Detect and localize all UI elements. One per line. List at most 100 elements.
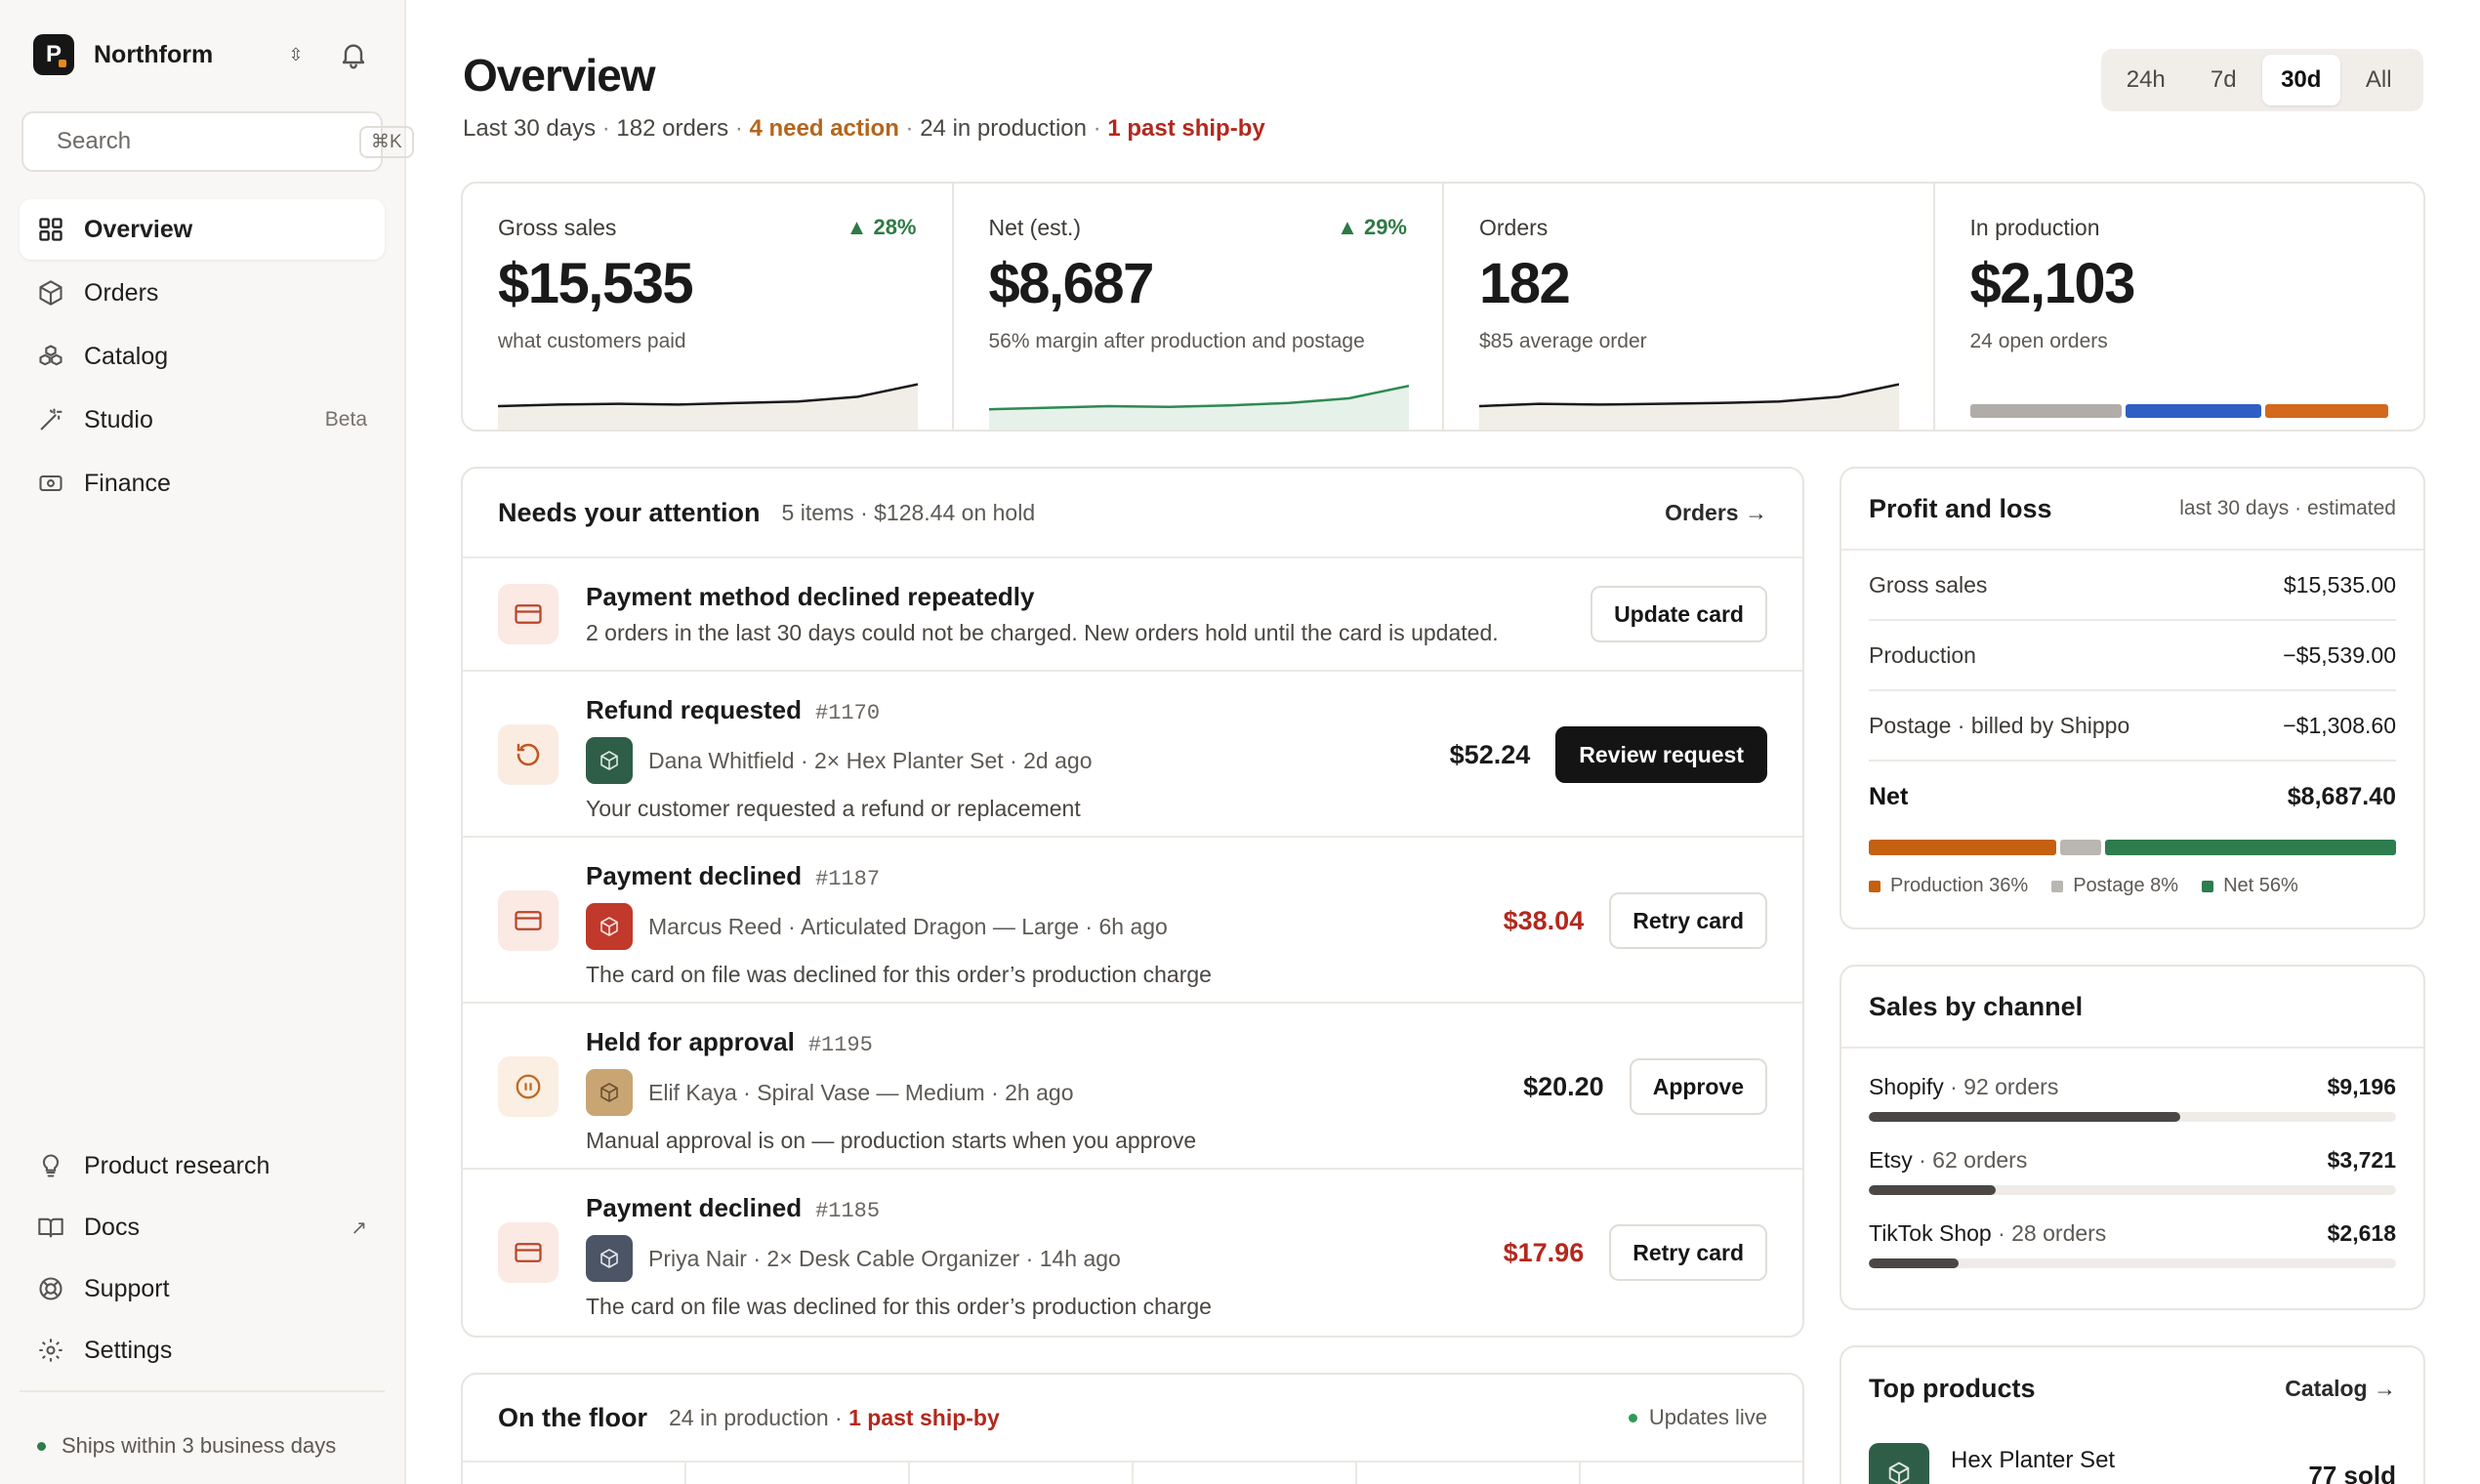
- range-option-all[interactable]: All: [2340, 55, 2418, 105]
- legend-label: Net 56%: [2223, 875, 2298, 896]
- product-thumbnail: [586, 1069, 633, 1116]
- product-thumbnail: [586, 1235, 633, 1282]
- secondary-nav: Product research Docs ↗ Support Settings: [20, 1136, 385, 1382]
- stat-label: Orders: [1479, 215, 1549, 240]
- item-title: Payment declined: [586, 1193, 803, 1222]
- range-option-7d[interactable]: 7d: [2185, 55, 2263, 105]
- floor-production-count: 24 in production ·: [668, 1404, 843, 1430]
- nav-item-overview[interactable]: Overview: [20, 199, 385, 260]
- floor-column: [1357, 1463, 1581, 1484]
- approve-button[interactable]: Approve: [1629, 1058, 1767, 1115]
- summary-production: 24 in production: [920, 115, 1087, 142]
- channel-bar-track: [1869, 1112, 2396, 1122]
- bell-icon[interactable]: [338, 39, 369, 70]
- channel-tiktok-shop[interactable]: TikTok Shop · 28 orders $2,618: [1869, 1195, 2396, 1268]
- nav-item-orders[interactable]: Orders: [20, 263, 385, 323]
- top-product-item[interactable]: Hex Planter Set 77 sold: [1869, 1443, 2396, 1484]
- order-number[interactable]: #1185: [815, 1199, 880, 1223]
- pnl-breakdown-bar: [1869, 840, 2396, 855]
- search-box[interactable]: ⌘K: [21, 111, 414, 172]
- nav-item-docs[interactable]: Docs ↗: [20, 1198, 385, 1257]
- page-summary: Last 30 days · 182 orders · 4 need actio…: [463, 115, 1265, 142]
- channel-name: TikTok Shop: [1869, 1220, 1992, 1246]
- channel-bar-fill: [1869, 1258, 1959, 1268]
- pnl-row-postage: Postage · billed by Shippo −$1,308.60: [1869, 691, 2396, 762]
- nav-label: Studio: [84, 405, 153, 433]
- floor-column: [1581, 1463, 1802, 1484]
- top-products-panel: Top products Catalog → Hex Planter Set 7…: [1839, 1345, 2425, 1484]
- credit-card-icon: [498, 1222, 558, 1283]
- channel-orders: · 92 orders: [1950, 1074, 2059, 1099]
- shipping-notice: Ships within 3 business days: [37, 1433, 336, 1459]
- lightbulb-icon: [42, 1154, 60, 1177]
- orders-link[interactable]: Orders →: [1665, 500, 1767, 526]
- sparkline-area: [1479, 384, 1899, 430]
- refund-icon: [498, 724, 558, 785]
- update-card-button[interactable]: Update card: [1591, 586, 1767, 642]
- nav-item-catalog[interactable]: Catalog: [20, 326, 385, 387]
- range-option-30d[interactable]: 30d: [2262, 55, 2340, 105]
- stat-delta: ▲ 29%: [1337, 215, 1407, 239]
- search-input[interactable]: [57, 128, 359, 155]
- floor-column: [1134, 1463, 1357, 1484]
- catalog-link[interactable]: Catalog →: [2285, 1376, 2396, 1402]
- summary-past-ship-by[interactable]: 1 past ship-by: [1107, 115, 1264, 142]
- pnl-segment: [2105, 840, 2396, 855]
- banknote-icon: [39, 474, 62, 492]
- retry-card-button[interactable]: Retry card: [1609, 892, 1767, 949]
- item-title: Payment method declined repeatedly: [586, 582, 1035, 611]
- nav-item-support[interactable]: Support: [20, 1259, 385, 1318]
- floor-column: [686, 1463, 910, 1484]
- pnl-value: $15,535.00: [2283, 571, 2396, 598]
- item-note: Your customer requested a refund or repl…: [586, 796, 1081, 821]
- nav-item-product-research[interactable]: Product research: [20, 1136, 385, 1195]
- product-name: Hex Planter Set: [1951, 1447, 2116, 1473]
- item-amount: $38.04: [1503, 905, 1585, 935]
- chevron-up-down-icon[interactable]: ⇳: [283, 45, 309, 65]
- beta-badge: Beta: [324, 408, 367, 431]
- order-number[interactable]: #1170: [815, 701, 880, 725]
- stat-value: $15,535: [498, 252, 694, 315]
- range-option-24h[interactable]: 24h: [2107, 55, 2185, 105]
- stat-in-production[interactable]: In production $2,103 24 open orders: [1935, 184, 2424, 430]
- review-request-button[interactable]: Review request: [1555, 726, 1767, 783]
- production-segment: [1969, 404, 2123, 418]
- legend-swatch: [2202, 880, 2214, 892]
- stat-net[interactable]: Net (est.) ▲ 29% $8,687 56% margin after…: [954, 184, 1444, 430]
- nav-item-settings[interactable]: Settings: [20, 1321, 385, 1380]
- workspace-switcher[interactable]: P Northform ⇳: [33, 33, 369, 76]
- nav-item-finance[interactable]: Finance: [20, 453, 385, 514]
- order-number[interactable]: #1187: [815, 867, 880, 891]
- time-range-selector: 24h 7d 30d All: [2101, 49, 2423, 111]
- channel-shopify[interactable]: Shopify · 92 orders $9,196: [1869, 1049, 2396, 1122]
- floor-past-ship-by[interactable]: 1 past ship-by: [848, 1405, 1000, 1430]
- stat-caption: what customers paid: [498, 330, 686, 352]
- nav-label: Overview: [84, 215, 193, 243]
- production-status-bar: [1969, 404, 2388, 418]
- stat-gross-sales[interactable]: Gross sales ▲ 28% $15,535 what customers…: [463, 184, 954, 430]
- attention-item: Payment declined #1187 Marcus Reed · Arti…: [463, 838, 1802, 1004]
- product-thumbnail: [586, 903, 633, 950]
- pnl-label: Net: [1869, 782, 1909, 810]
- sparkline: [498, 383, 918, 430]
- item-amount: $52.24: [1449, 739, 1531, 769]
- live-dot: [1628, 1413, 1637, 1422]
- legend-swatch: [1869, 880, 1881, 892]
- pnl-value: −$1,308.60: [2283, 712, 2396, 738]
- product-thumbnail: [586, 737, 633, 784]
- order-number[interactable]: #1195: [808, 1033, 873, 1057]
- panel-header: On the floor 24 in production · 1 past s…: [463, 1375, 1802, 1463]
- stat-orders[interactable]: Orders 182 $85 average order: [1444, 184, 1935, 430]
- floor-columns: [463, 1463, 1802, 1484]
- attention-item: Payment method declined repeatedly 2 ord…: [463, 558, 1802, 672]
- summary-need-action[interactable]: 4 need action: [750, 115, 899, 142]
- channel-etsy[interactable]: Etsy · 62 orders $3,721: [1869, 1122, 2396, 1195]
- magic-wand-icon: [40, 408, 62, 431]
- grid-icon: [39, 218, 62, 241]
- retry-card-button[interactable]: Retry card: [1609, 1224, 1767, 1281]
- nav-item-studio[interactable]: Studio Beta: [20, 390, 385, 450]
- stat-value: $8,687: [988, 252, 1155, 315]
- nav-label: Support: [84, 1274, 170, 1302]
- attention-item: Refund requested #1170 Dana Whitfield · 2…: [463, 672, 1802, 838]
- channel-value: $9,196: [2327, 1074, 2396, 1099]
